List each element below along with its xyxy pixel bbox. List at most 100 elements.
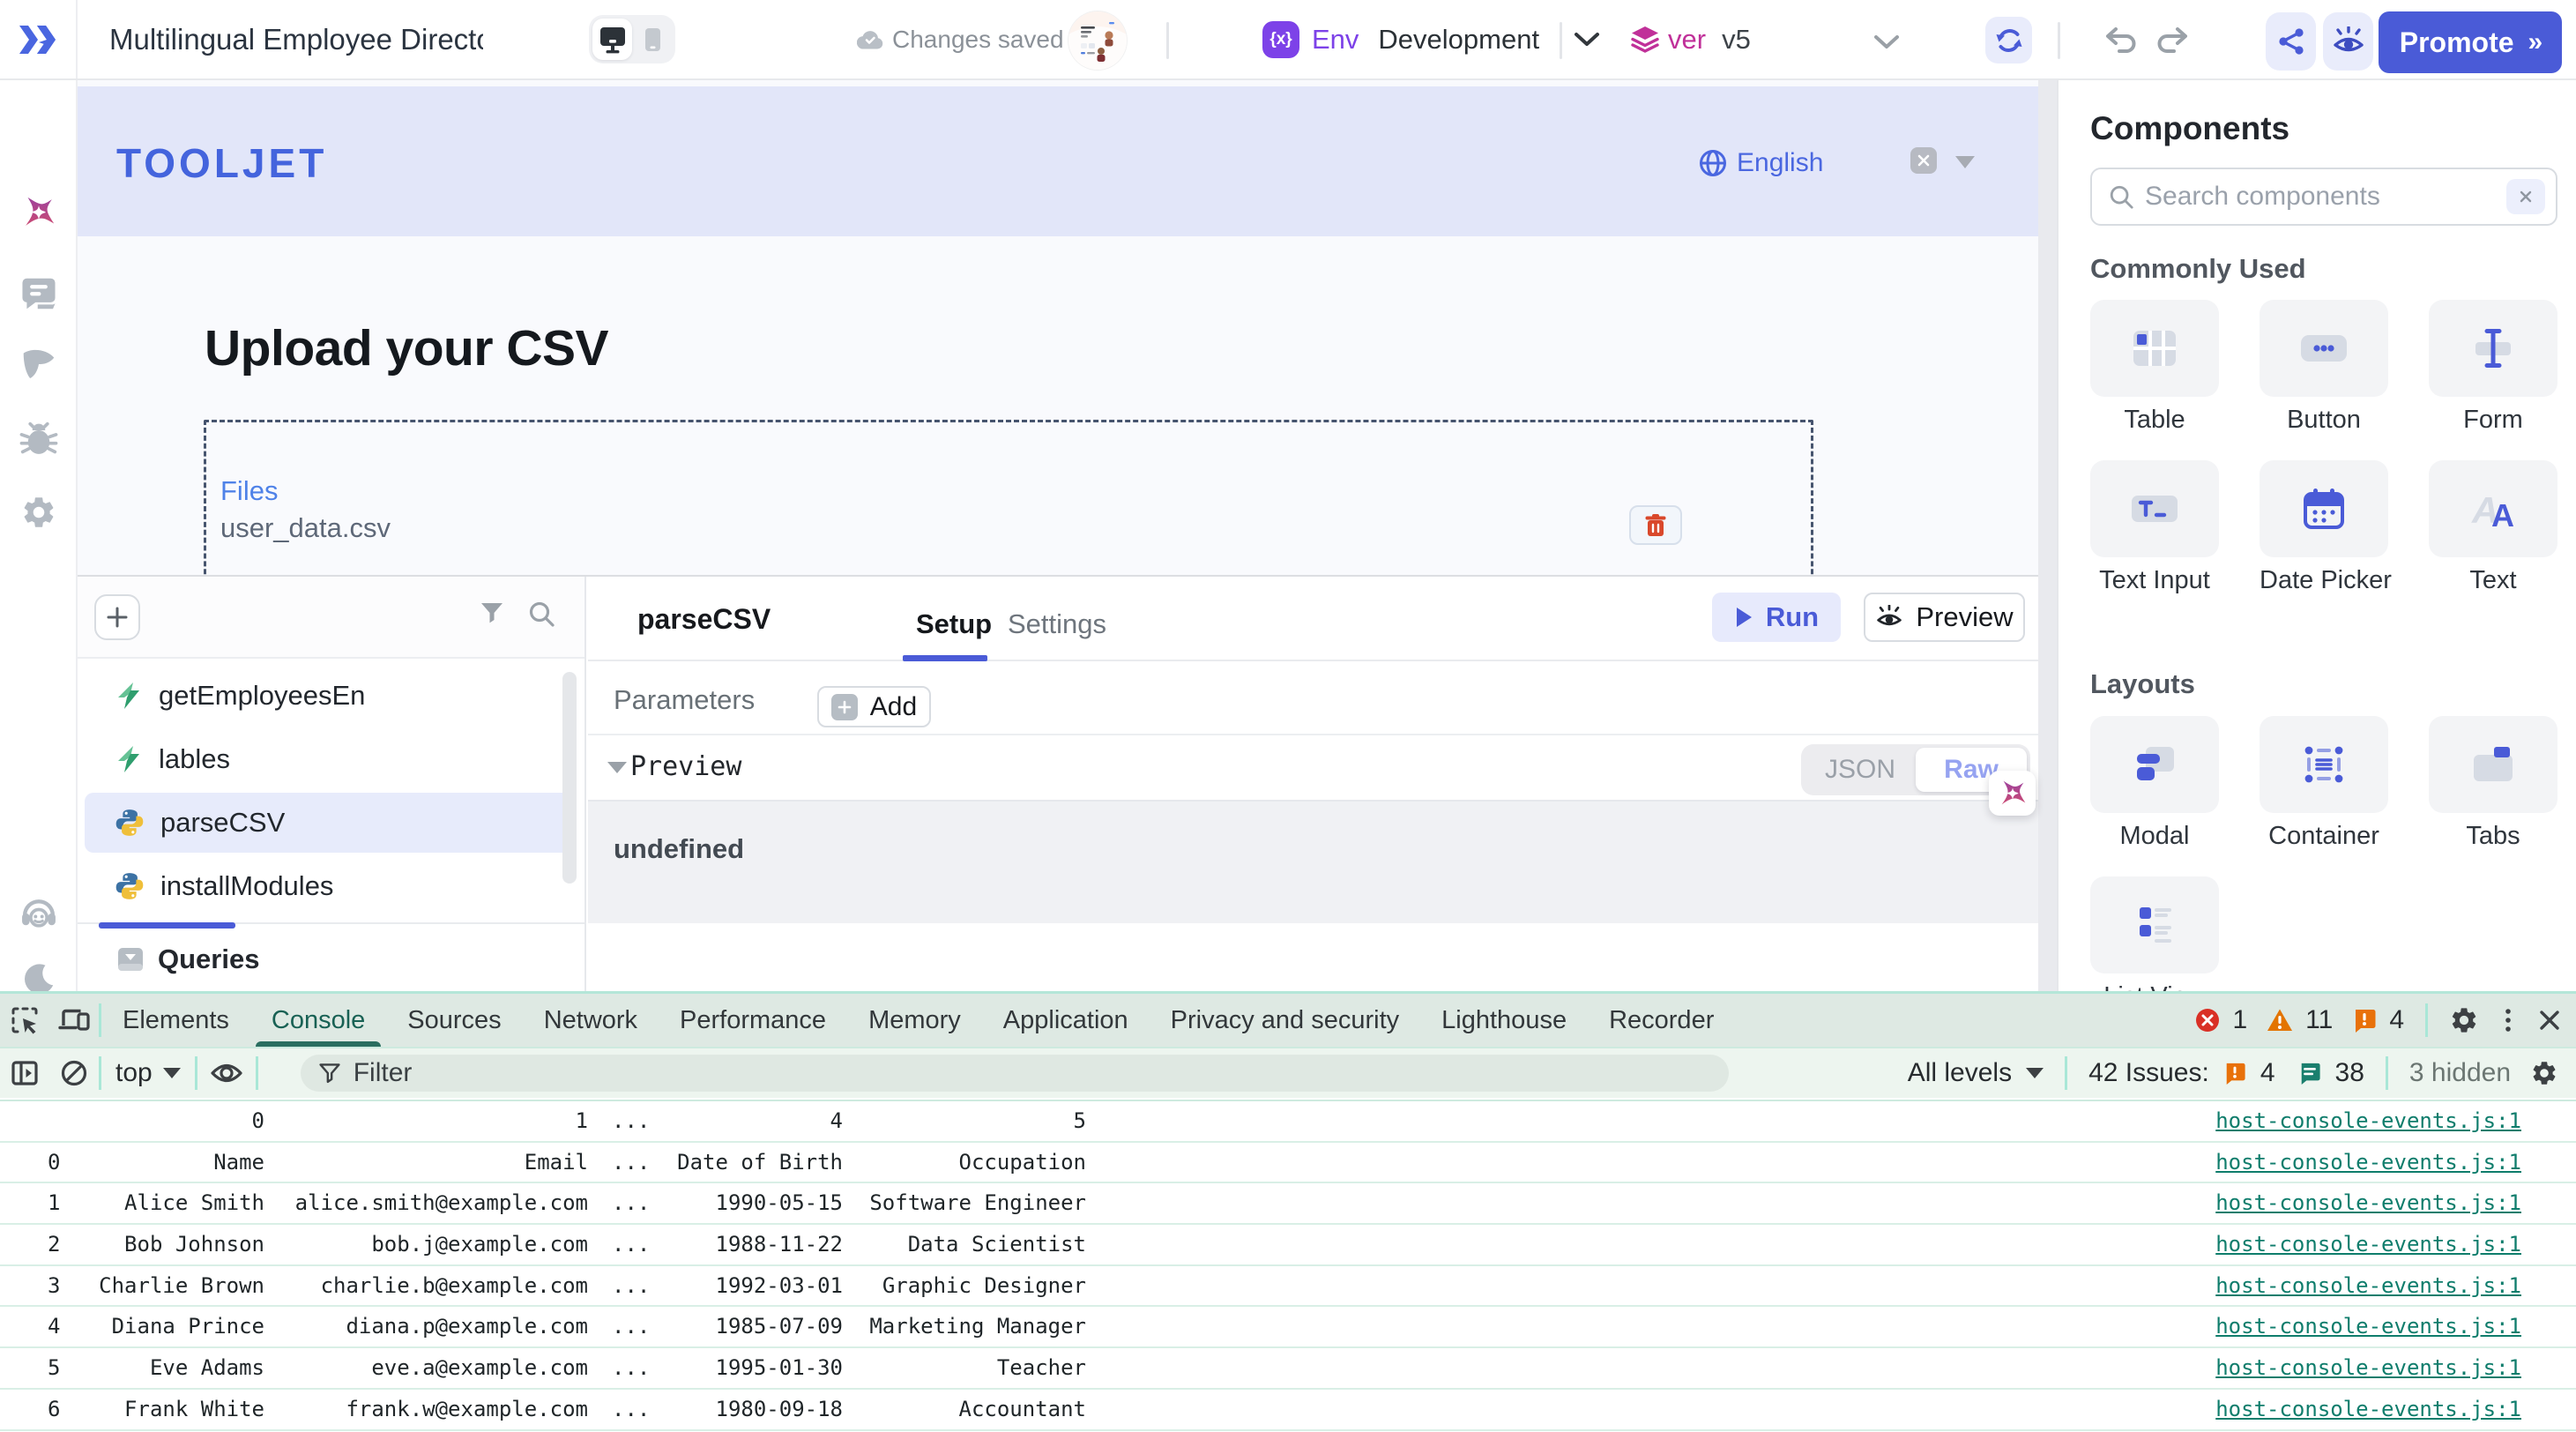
pages-icon[interactable] (0, 276, 78, 311)
widget-caret-icon[interactable] (1955, 156, 1975, 168)
user-avatar[interactable] (1068, 11, 1127, 70)
console-source-link[interactable]: host-console-events.js:1 (2215, 1266, 2521, 1306)
tab-memory[interactable]: Memory (847, 994, 982, 1047)
query-list-item-selected[interactable]: parseCSV (85, 793, 577, 853)
tab-lighthouse[interactable]: Lighthouse (1420, 994, 1588, 1047)
tab-settings[interactable]: Settings (1008, 608, 1106, 640)
console-source-link[interactable]: host-console-events.js:1 (2215, 1348, 2521, 1388)
console-cell: charlie.b@example.com (321, 1266, 588, 1306)
component-card-text[interactable]: A A Text (2429, 460, 2557, 595)
console-source-link[interactable]: host-console-events.js:1 (2215, 1143, 2521, 1182)
console-source-link[interactable]: host-console-events.js:1 (2215, 1183, 2521, 1223)
search-queries-button[interactable] (527, 600, 555, 628)
error-badge-icon[interactable] (2195, 1008, 2220, 1033)
live-expression-button[interactable] (197, 1062, 256, 1085)
file-dropzone[interactable]: Files user_data.csv (204, 420, 1813, 575)
app-title[interactable]: Multilingual Employee Directory (109, 0, 483, 78)
log-levels-selector[interactable]: All levels (1908, 1058, 2012, 1088)
debugger-bug-icon[interactable] (0, 421, 78, 459)
tab-elements[interactable]: Elements (101, 994, 250, 1047)
add-label: Add (870, 692, 917, 722)
tab-network[interactable]: Network (523, 994, 659, 1047)
console-cell: 4 (830, 1101, 843, 1141)
canvas-scroll-gutter[interactable] (2038, 80, 2057, 991)
hidden-messages[interactable]: 3 hidden (2409, 1058, 2511, 1088)
environment-selector[interactable]: {x} Env Development (1262, 0, 1601, 78)
tab-console[interactable]: Console (250, 994, 386, 1047)
devtools-status-badges: 1 11 4 (2195, 1003, 2576, 1037)
preview-query-button[interactable]: Preview (1864, 593, 2025, 642)
settings-gear-icon[interactable] (0, 494, 78, 531)
clear-search-button[interactable] (2506, 179, 2545, 214)
remove-file-button[interactable] (1629, 505, 1682, 545)
undo-button[interactable] (2102, 23, 2140, 58)
tooljet-logo[interactable] (0, 0, 78, 78)
inspect-element-button[interactable] (0, 1005, 49, 1035)
tab-queries[interactable]: Queries (117, 943, 259, 975)
clear-console-button[interactable] (49, 1059, 99, 1087)
version-selector[interactable]: ver v5 (1629, 0, 1751, 78)
component-card-container[interactable]: Container (2260, 716, 2388, 851)
tab-recorder[interactable]: Recorder (1588, 994, 1735, 1047)
close-devtools-icon[interactable] (2537, 1008, 2562, 1033)
console-settings-gear-icon[interactable] (2530, 1059, 2558, 1087)
widget-close-button[interactable] (1910, 147, 1937, 174)
add-parameter-button[interactable]: Add (817, 686, 931, 727)
console-source-link[interactable]: host-console-events.js:1 (2215, 1307, 2521, 1346)
query-list-item[interactable]: lables (85, 729, 577, 789)
console-source-link[interactable]: host-console-events.js:1 (2215, 1225, 2521, 1264)
component-card-form[interactable]: Form (2429, 300, 2557, 435)
chevron-down-icon[interactable] (1872, 34, 1901, 51)
release-refresh-button[interactable] (1985, 17, 2032, 63)
tab-application[interactable]: Application (982, 994, 1150, 1047)
tab-sources[interactable]: Sources (386, 994, 522, 1047)
component-card-modal[interactable]: Modal (2090, 716, 2219, 851)
component-card-list-view[interactable]: List View (2090, 876, 2219, 991)
support-headset-icon[interactable] (0, 896, 78, 933)
component-card-table[interactable]: Table (2090, 300, 2219, 435)
caret-down-icon[interactable] (2026, 1068, 2044, 1078)
kebab-menu-icon[interactable] (2502, 1007, 2514, 1033)
collapse-caret-icon[interactable] (607, 762, 627, 773)
query-list-item[interactable]: installModules (85, 856, 577, 916)
redo-button[interactable] (2153, 23, 2192, 58)
settings-gear-icon[interactable] (2449, 1005, 2479, 1035)
query-list-item[interactable]: getEmployeesEn (85, 666, 577, 726)
inspector-cursor-icon[interactable] (0, 347, 78, 382)
component-card-date-picker[interactable]: Date Picker (2260, 460, 2388, 595)
console-filter-input[interactable] (354, 1058, 1711, 1088)
console-source-link[interactable]: host-console-events.js:1 (2215, 1390, 2521, 1429)
component-card-text-input[interactable]: Text Input (2090, 460, 2219, 595)
toggle-json[interactable]: JSON (1805, 755, 1916, 785)
language-selector[interactable]: English (1698, 148, 1823, 178)
share-button[interactable] (2266, 12, 2316, 71)
device-toolbar-button[interactable] (49, 1006, 99, 1034)
console-source-link[interactable]: host-console-events.js:1 (2215, 1101, 2521, 1141)
run-query-button[interactable]: Run (1712, 593, 1841, 642)
tab-performance[interactable]: Performance (659, 994, 847, 1047)
components-search-input[interactable] (2145, 182, 2496, 212)
component-card-tabs[interactable]: Tabs (2429, 716, 2557, 851)
app-preview-button[interactable] (2323, 12, 2373, 71)
console-row: 4 Diana Prince diana.p@example.com ... 1… (0, 1307, 2576, 1348)
warning-badge-icon[interactable] (2267, 1008, 2293, 1033)
frame-context-selector[interactable]: top (101, 1058, 195, 1088)
console-sidebar-button[interactable] (0, 1060, 49, 1086)
modal-icon (2132, 743, 2178, 786)
tab-elements-label: Elements (123, 1006, 229, 1034)
component-card-button[interactable]: Button (2260, 300, 2388, 435)
left-sidebar (0, 80, 78, 991)
smart-assistant-icon[interactable] (0, 191, 78, 234)
tab-privacy-and-security[interactable]: Privacy and security (1150, 994, 1421, 1047)
python-icon (115, 808, 145, 838)
issues-badge-icon[interactable] (2352, 1008, 2377, 1033)
tab-setup-label: Setup (916, 608, 992, 639)
desktop-toggle-button[interactable] (592, 19, 632, 60)
tab-setup[interactable]: Setup (916, 608, 992, 640)
issues-label[interactable]: 42 Issues: (2088, 1058, 2209, 1088)
mobile-toggle-button[interactable] (632, 19, 672, 60)
filter-queries-button[interactable] (479, 600, 505, 626)
query-list-scrollbar[interactable] (562, 672, 577, 884)
add-query-button[interactable] (94, 594, 140, 640)
promote-button[interactable]: Promote » (2379, 11, 2562, 73)
